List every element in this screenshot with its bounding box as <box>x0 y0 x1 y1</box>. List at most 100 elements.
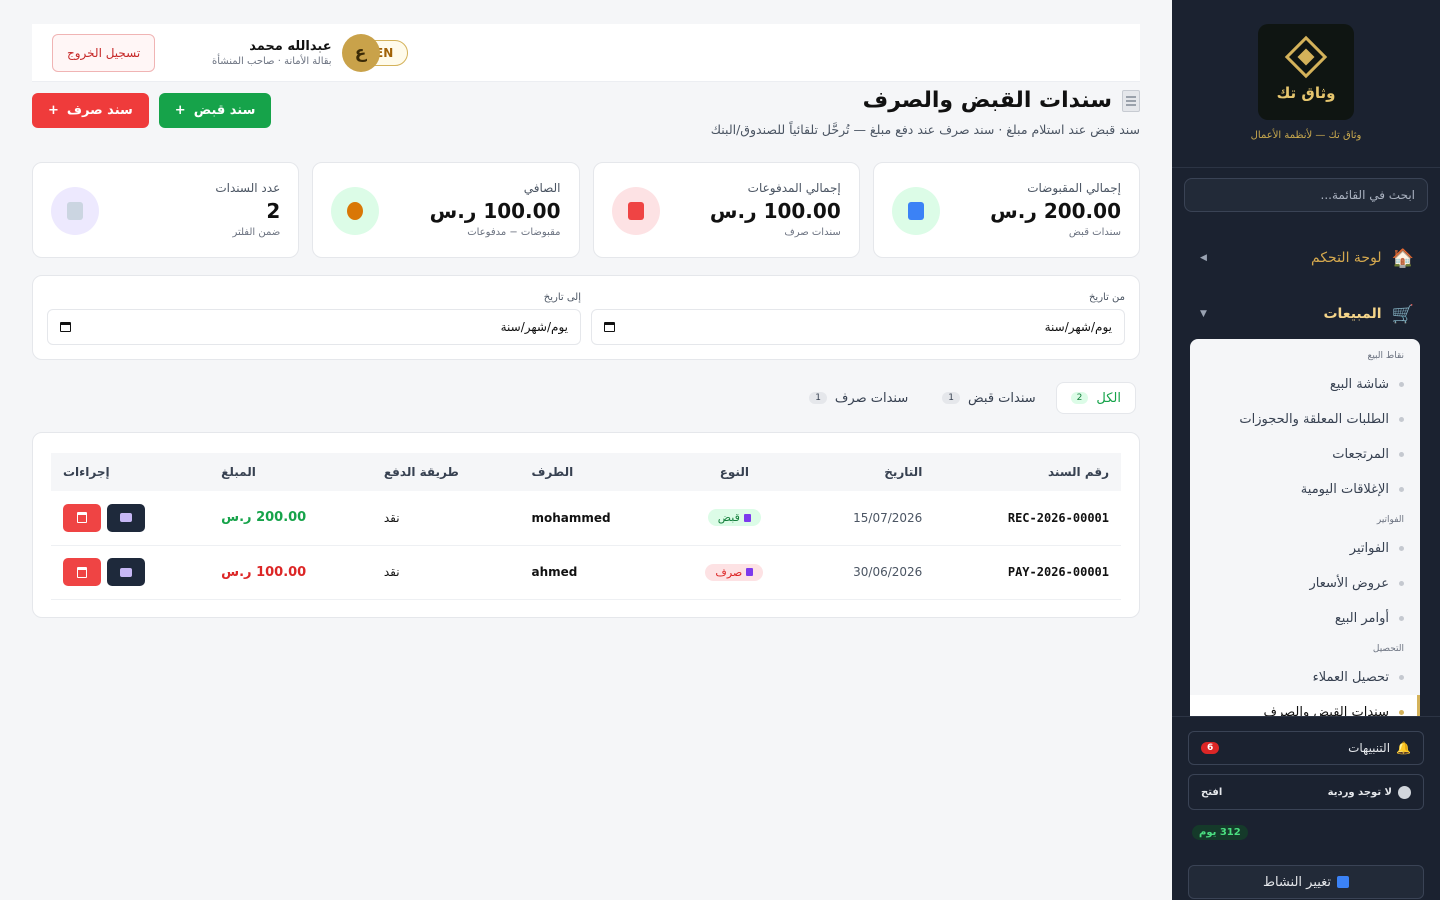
sidebar-item-pending-orders[interactable]: الطلبات المعلقة والحجوزات <box>1190 402 1420 437</box>
calendar-icon[interactable] <box>604 322 615 332</box>
sidebar-item-label: عروض الأسعار <box>1309 576 1390 591</box>
bell-icon: 🔔 <box>1396 741 1411 755</box>
bullet-icon <box>1399 710 1404 715</box>
sidebar-item-pos-screen[interactable]: شاشة البيع <box>1190 367 1420 402</box>
plus-icon: + <box>174 103 186 118</box>
add-receipt-voucher-button[interactable]: + سند قبض <box>158 93 272 128</box>
sidebar-item-label: المبيعات <box>1323 306 1382 322</box>
column-header: إجراءات <box>63 465 110 479</box>
printer-icon <box>120 513 132 523</box>
open-shift-button[interactable]: افتح <box>1201 787 1222 798</box>
voucher-type-label: قبض <box>717 511 740 525</box>
sidebar-item-returns[interactable]: المرتجعات <box>1190 437 1420 472</box>
to-date-label: إلى تاريخ <box>543 292 581 303</box>
avatar: ع <box>341 34 380 72</box>
column-header: المبلغ <box>221 465 256 479</box>
inbox-out-icon <box>611 187 660 235</box>
notifications-button[interactable]: 🔔 التنبيهات 6 <box>1188 731 1424 765</box>
print-button[interactable] <box>107 503 145 532</box>
button-label: سند صرف <box>66 103 133 118</box>
user-menu[interactable]: ع عبدالله محمد بقالة الأمانة · صاحب المن… <box>212 34 380 72</box>
sidebar-item-customer-collection[interactable]: تحصيل العملاء <box>1190 660 1420 695</box>
button-label: سند قبض <box>193 103 256 118</box>
sidebar-item-quotations[interactable]: عروض الأسعار <box>1190 566 1420 601</box>
page-subtitle: سند قبض عند استلام مبلغ · سند صرف عند دف… <box>710 122 1140 137</box>
printer-icon <box>120 567 132 577</box>
money-bag-icon <box>331 187 380 235</box>
logo-mark-icon <box>1284 35 1328 79</box>
page-title: سندات القبض والصرف <box>863 88 1140 113</box>
payment-type-icon <box>746 568 754 576</box>
voucher-type-cell: صرف <box>673 545 796 600</box>
document-icon <box>51 187 99 235</box>
vouchers-table-card: رقم السند التاريخ النوع الطرف طريقة الدف… <box>32 432 1140 618</box>
sidebar-footer: 🔔 التنبيهات 6 لا توجد وردية افتح 312 يوم… <box>1172 716 1440 900</box>
sidebar-item-sales[interactable]: 🛒 المبيعات ▼ <box>1172 286 1440 342</box>
from-date-label: من تاريخ <box>1088 292 1125 303</box>
sidebar-item-label: تحصيل العملاء <box>1312 670 1389 685</box>
bullet-icon <box>1399 675 1404 680</box>
voucher-party: ahmed <box>519 545 674 600</box>
bullet-icon <box>1399 546 1404 551</box>
row-actions <box>51 545 210 600</box>
tab-label: سندات صرف <box>834 390 909 406</box>
sidebar-item-invoices[interactable]: الفواتير <box>1190 531 1420 566</box>
sidebar-item-label: شاشة البيع <box>1329 377 1389 392</box>
sidebar-item-dashboard[interactable]: 🏠 لوحة التحكم ◀ <box>1172 230 1440 286</box>
sidebar-item-label: لوحة التحكم <box>1311 250 1382 266</box>
user-name: عبدالله محمد <box>249 39 332 54</box>
trash-icon <box>77 512 87 524</box>
plus-icon: + <box>48 103 59 118</box>
sidebar-item-label: المرتجعات <box>1332 447 1389 462</box>
print-button[interactable] <box>107 558 145 586</box>
logout-button[interactable]: تسجيل الخروج <box>52 34 156 72</box>
voucher-amount: 100.00 ر.س <box>209 545 372 600</box>
sidebar-item-sales-orders[interactable]: أوامر البيع <box>1190 601 1420 636</box>
header-actions: + سند صرف + سند قبض <box>32 93 272 128</box>
inbox-in-icon <box>891 187 940 235</box>
delete-button[interactable] <box>63 503 101 532</box>
calendar-icon[interactable] <box>60 322 71 332</box>
voucher-date: 15/07/2026 <box>795 491 935 546</box>
voucher-date: 30/06/2026 <box>795 545 935 600</box>
to-date-input[interactable]: يوم/شهر/سنة <box>47 309 581 345</box>
voucher-type-badge: قبض <box>707 509 761 527</box>
column-header: طريقة الدفع <box>383 465 459 479</box>
delete-button[interactable] <box>63 558 101 586</box>
table-row[interactable]: REC-2026-00001 15/07/2026 قبض mohammed ن… <box>51 491 1121 546</box>
date-filters: من تاريخ يوم/شهر/سنة إلى تاريخ يوم/شهر/س… <box>32 275 1140 360</box>
bullet-icon <box>1399 487 1404 492</box>
table-header-row: رقم السند التاريخ النوع الطرف طريقة الدف… <box>51 453 1121 491</box>
voucher-type-badge: صرف <box>705 563 764 581</box>
page-header: سندات القبض والصرف سند قبض عند استلام مب… <box>32 88 1140 148</box>
tab-count-badge: 1 <box>809 392 827 404</box>
column-header: التاريخ <box>884 465 923 479</box>
sales-submenu: نقاط البيع شاشة البيع الطلبات المعلقة وا… <box>1190 339 1420 717</box>
chevron-down-icon: ▼ <box>1200 309 1207 319</box>
sidebar-search-input[interactable] <box>1184 178 1428 212</box>
brand-tagline: وثاق تك — لأنظمة الأعمال <box>1250 130 1362 141</box>
stats-cards: إجمالي المقبوضات 200.00 ر.س سندات قبض إج… <box>32 162 1140 258</box>
stat-card-voucher-count: عدد السندات 2 ضمن الفلتر <box>32 162 300 258</box>
logo[interactable]: وثاق تك <box>1258 24 1354 120</box>
tab-all[interactable]: الكل 2 <box>1055 382 1136 414</box>
tab-payments[interactable]: سندات صرف 1 <box>795 382 922 414</box>
receipt-type-icon <box>743 513 751 522</box>
sidebar-item-daily-closings[interactable]: الإغلاقات اليومية <box>1190 472 1420 507</box>
brand: وثاق تك وثاق تك — لأنظمة الأعمال <box>1172 0 1440 168</box>
user-role: بقالة الأمانة · صاحب المنشأة <box>212 56 332 67</box>
bullet-icon <box>1399 581 1404 586</box>
sidebar-item-label: أوامر البيع <box>1334 611 1389 626</box>
table-row[interactable]: PAY-2026-00001 30/06/2026 صرف ahmed نقد … <box>51 545 1121 600</box>
from-date-input[interactable]: يوم/شهر/سنة <box>591 309 1125 345</box>
sidebar: وثاق تك وثاق تك — لأنظمة الأعمال 🏠 لوحة … <box>1172 0 1440 900</box>
date-placeholder: يوم/شهر/سنة <box>500 320 568 334</box>
bullet-icon <box>1399 616 1404 621</box>
tab-receipts[interactable]: سندات قبض 1 <box>928 382 1049 414</box>
trash-icon <box>77 566 87 578</box>
switch-activity-button[interactable]: تغيير النشاط <box>1188 865 1424 899</box>
notifications-count-badge: 6 <box>1201 742 1220 754</box>
add-payment-voucher-button[interactable]: + سند صرف <box>32 93 149 128</box>
sidebar-item-vouchers[interactable]: سندات القبض والصرف <box>1190 695 1420 717</box>
bullet-icon <box>1399 382 1404 387</box>
